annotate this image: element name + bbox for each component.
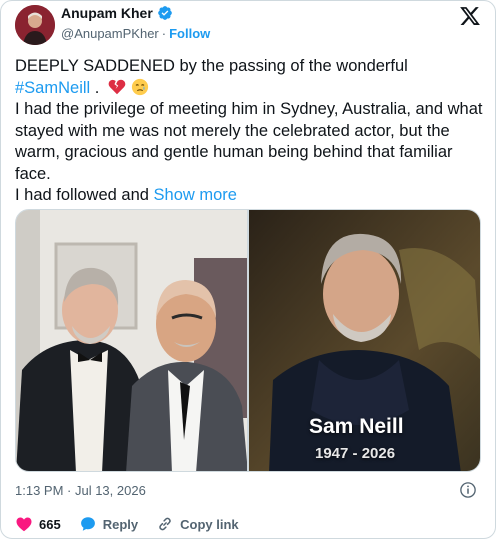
hashtag-suffix: .	[90, 78, 100, 97]
heart-icon	[16, 517, 32, 532]
author-name[interactable]: Anupam Kher	[61, 5, 153, 21]
reply-bubble-icon	[80, 517, 95, 531]
info-icon[interactable]	[459, 481, 477, 499]
follow-button[interactable]: Follow	[169, 26, 210, 41]
tweet-card: Anupam Kher @AnupamPKher · Follow DEEPLY…	[0, 0, 496, 539]
post-line-3: I had the privilege of meeting him in Sy…	[15, 100, 483, 183]
like-button[interactable]: 665	[15, 515, 61, 533]
author-name-row[interactable]: Anupam Kher	[61, 5, 173, 21]
photo-1-image	[16, 210, 247, 471]
reply-label: Reply	[102, 516, 139, 532]
avatar[interactable]	[15, 5, 55, 45]
broken-heart-icon	[108, 79, 126, 94]
separator-dot: ·	[161, 26, 167, 41]
reply-button[interactable]: Reply	[79, 515, 138, 533]
show-more-link[interactable]: Show more	[154, 186, 237, 204]
photo-caption-years: 1947 - 2026	[315, 445, 396, 462]
author-handle[interactable]: @AnupamPKher	[61, 26, 159, 41]
hashtag-link[interactable]: #SamNeill	[15, 79, 90, 97]
photo-2[interactable]: Sam Neill 1947 - 2026	[249, 210, 480, 471]
photo-caption-name: Sam Neill	[309, 415, 404, 438]
copy-link-button[interactable]: Copy link	[156, 515, 239, 533]
post-line-4-text: I had followed and	[15, 186, 149, 204]
handle-row: @AnupamPKher · Follow	[61, 26, 210, 41]
x-logo-icon[interactable]	[459, 5, 481, 27]
link-icon	[159, 517, 171, 531]
post-line-4: I had followed and Show more	[15, 185, 485, 207]
avatar-image	[15, 5, 55, 45]
timestamp[interactable]: 1:13 PM · Jul 13, 2026	[15, 483, 146, 498]
post-line-2: #SamNeill .	[15, 78, 485, 100]
post-line-1: DEEPLY SADDENED by the passing of the wo…	[15, 57, 408, 75]
copy-link-label: Copy link	[180, 516, 239, 532]
photo-1[interactable]	[16, 210, 247, 471]
crying-face-icon	[131, 78, 148, 95]
post-text: DEEPLY SADDENED by the passing of the wo…	[15, 56, 485, 207]
media-grid: Sam Neill 1947 - 2026	[15, 209, 481, 472]
verified-badge-icon	[157, 6, 172, 20]
action-bar: 665 Reply Copy link	[15, 515, 239, 533]
like-count: 665	[39, 516, 61, 532]
